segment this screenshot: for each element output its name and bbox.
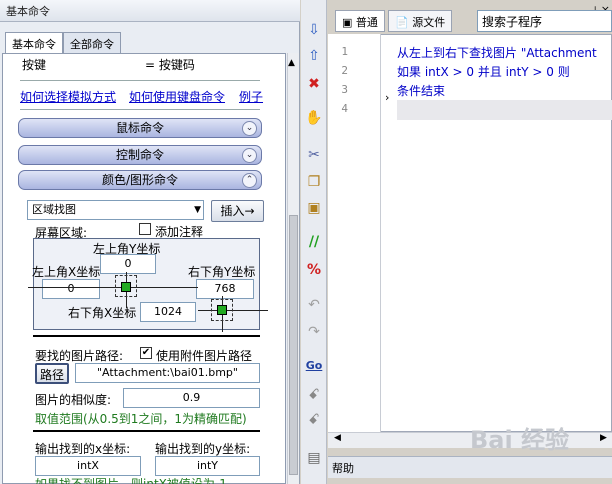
bottom-note: 如果找不到图片，则intX被值设为-1 <box>35 478 227 484</box>
keycode-label: = 按键码 <box>145 58 195 72</box>
search-subroutine-input[interactable]: 搜索子程序 <box>477 10 612 32</box>
hand-icon[interactable]: ✋ <box>304 108 324 128</box>
find-next-icon[interactable]: ꗃ <box>304 410 324 430</box>
section-label: 鼠标命令 <box>115 121 164 135</box>
normal-icon: ▣ <box>342 16 353 29</box>
divider <box>33 430 260 432</box>
code-line[interactable]: 如果 intX > 0 并且 intY > 0 则 <box>397 63 570 80</box>
divider <box>20 109 260 110</box>
move-up-icon[interactable]: ⇧ <box>304 46 324 66</box>
section-color[interactable]: 颜色/图形命令 ⌃ <box>18 170 262 190</box>
similarity-label: 图片的相似度: <box>35 393 112 407</box>
copy-icon[interactable]: ❐ <box>304 172 324 192</box>
line-number: 3 <box>341 83 348 96</box>
crosshair-line <box>198 310 268 311</box>
comment-checkbox[interactable] <box>139 223 151 235</box>
redo-icon[interactable]: ↷ <box>304 322 324 342</box>
path-field[interactable]: "Attachment:\bai01.bmp" <box>75 363 260 383</box>
left-x-field[interactable]: 0 <box>42 279 100 299</box>
marker-frame <box>211 299 233 321</box>
select-value: 区域找图 <box>32 203 76 216</box>
section-label: 颜色/图形命令 <box>101 173 179 187</box>
crosshair-line <box>28 287 198 288</box>
move-down-icon[interactable]: ⇩ <box>304 20 324 40</box>
chevron-down-icon[interactable]: ⌄ <box>242 121 257 136</box>
path-button[interactable]: 路径 <box>35 363 69 384</box>
use-attachment-label: 使用附件图片路径 <box>156 349 253 363</box>
marker-frame <box>115 275 137 297</box>
output-y-label: 输出找到的y坐标: <box>155 442 251 456</box>
section-control[interactable]: 控制命令 ⌄ <box>18 145 262 165</box>
tab-basic[interactable]: 基本命令 <box>5 32 63 54</box>
image-path-label: 要找的图片路径: <box>35 349 124 363</box>
panel-title: 基本命令 <box>0 0 300 22</box>
section-label: 控制命令 <box>115 148 164 162</box>
output-y-field[interactable]: intY <box>155 456 260 476</box>
divider <box>20 80 260 81</box>
scroll-left-icon[interactable]: ◀ <box>334 433 341 443</box>
goto-icon[interactable]: Go <box>304 356 324 376</box>
divider <box>33 335 260 337</box>
line-number: 1 <box>341 45 348 58</box>
use-attachment-checkbox[interactable]: ✔ <box>140 347 152 359</box>
top-y-field[interactable]: 0 <box>100 254 156 274</box>
scroll-up-icon[interactable]: ▲ <box>288 58 295 68</box>
link-simulation[interactable]: 如何选择模拟方式 <box>20 88 116 105</box>
link-keyboard[interactable]: 如何使用键盘命令 <box>129 88 225 105</box>
key-label: 按键 <box>22 58 47 72</box>
command-select[interactable]: 区域找图 ▼ <box>27 200 204 220</box>
scroll-thumb[interactable] <box>289 215 298 475</box>
right-x-label: 右下角X坐标 <box>68 306 137 320</box>
find-icon[interactable]: ꗃ <box>304 385 324 405</box>
left-x-label: 左上角X坐标 <box>32 265 101 279</box>
help-bar: 帮助 <box>328 456 612 478</box>
tab-source[interactable]: 📄 源文件 <box>388 10 453 32</box>
range-note: 取值范围(从0.5到1之间，1为精确匹配) <box>35 412 247 426</box>
code-line[interactable]: 从左上到右下查找图片 "Attachment <box>397 44 597 61</box>
key-field[interactable] <box>60 54 140 74</box>
code-line[interactable]: 条件结束 <box>397 82 445 99</box>
right-y-field[interactable]: 768 <box>196 279 254 299</box>
undo-icon[interactable]: ↶ <box>304 295 324 315</box>
cut-icon[interactable]: ✂ <box>304 145 324 165</box>
watermark: Bai 经验 <box>470 426 570 454</box>
uncomment-icon[interactable]: % <box>304 260 324 280</box>
right-y-label: 右下角Y坐标 <box>188 265 256 279</box>
output-x-label: 输出找到的x坐标: <box>35 442 131 456</box>
insert-button[interactable]: 插入→ <box>211 200 264 222</box>
tab-normal[interactable]: ▣ 普通 <box>335 10 385 32</box>
tab-normal-label: 普通 <box>355 16 378 29</box>
chevron-up-icon[interactable]: ⌃ <box>242 173 257 188</box>
comment-icon[interactable]: // <box>304 232 324 252</box>
line-number: 4 <box>341 102 348 115</box>
panel-icon[interactable]: ▤ <box>304 448 324 468</box>
tab-source-label: 源文件 <box>412 16 446 29</box>
source-icon: 📄 <box>395 16 409 29</box>
tab-all[interactable]: 全部命令 <box>63 32 121 53</box>
link-example[interactable]: 例子 <box>239 88 263 105</box>
chevron-down-icon[interactable]: ⌄ <box>242 148 257 163</box>
scroll-right-icon[interactable]: ▶ <box>600 433 607 443</box>
fold-arrow-icon[interactable]: › <box>385 91 389 104</box>
delete-icon[interactable]: ✖ <box>304 74 324 94</box>
right-x-field[interactable]: 1024 <box>140 302 196 322</box>
output-x-field[interactable]: intX <box>35 456 141 476</box>
current-line-highlight <box>397 100 612 120</box>
chevron-down-icon: ▼ <box>194 205 201 215</box>
paste-icon[interactable]: ▣ <box>304 198 324 218</box>
keycode-field[interactable] <box>205 54 265 74</box>
line-number: 2 <box>341 64 348 77</box>
similarity-field[interactable]: 0.9 <box>123 388 260 408</box>
section-mouse[interactable]: 鼠标命令 ⌄ <box>18 118 262 138</box>
